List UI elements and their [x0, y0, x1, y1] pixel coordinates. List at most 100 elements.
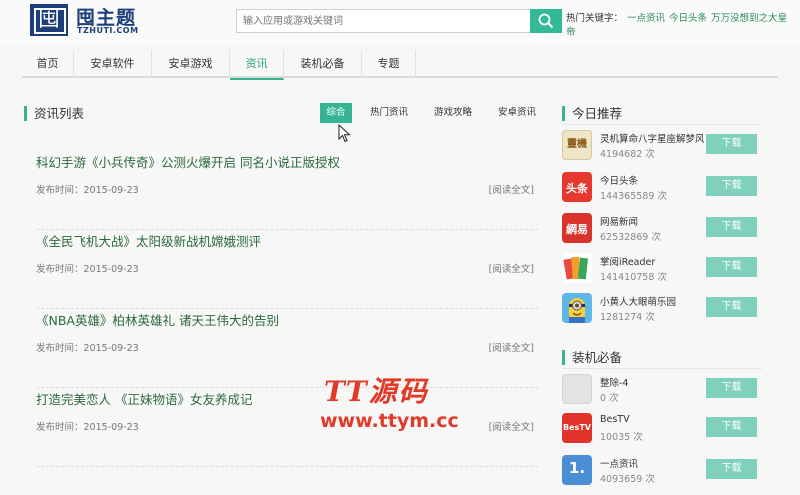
- app-name[interactable]: 整除-4: [600, 375, 704, 389]
- app-name[interactable]: 掌阅iReader: [600, 254, 704, 268]
- app-name[interactable]: 小黄人大眼萌乐园: [600, 294, 704, 308]
- article-title-link[interactable]: 《全民飞机大战》太阳级新战机嫦娥测评: [36, 231, 261, 250]
- minion-icon: [569, 298, 585, 323]
- zhengchu-app-icon[interactable]: [562, 374, 592, 404]
- download-count-unit: 次: [633, 432, 643, 443]
- download-button[interactable]: 下载: [706, 217, 757, 237]
- article-title-link[interactable]: 科幻手游《小兵传奇》公测火爆开启 同名小说正版授权: [36, 152, 340, 171]
- logo-mark-char: 囤: [37, 7, 60, 32]
- publish-time-label: 发布时间：: [36, 185, 84, 196]
- filter-tab-hot-news[interactable]: 热门资讯: [362, 103, 416, 123]
- download-button[interactable]: 下载: [706, 134, 757, 154]
- article-item: 《全民飞机大战》太阳级新战机嫦娥测评 发布时间：2015-09-23 [阅读全文…: [36, 231, 538, 309]
- search-bar: [236, 9, 562, 33]
- app-name[interactable]: 今日头条: [600, 173, 704, 187]
- download-count: 141410758 次: [600, 269, 667, 283]
- watermark-brand: TT源码: [324, 375, 429, 408]
- read-more-link[interactable]: [阅读全文]: [489, 182, 534, 196]
- nav-item-home[interactable]: 首页: [22, 50, 74, 78]
- filter-tab-android-news[interactable]: 安卓资讯: [490, 103, 544, 123]
- hot-keywords: 热门关键字： 一点资讯 今日头条 万万没想到之大皇帝: [566, 12, 792, 40]
- lingji-app-icon[interactable]: 靈機: [562, 130, 592, 160]
- read-more-link[interactable]: [阅读全文]: [489, 261, 534, 275]
- download-count-value: 4194682: [600, 149, 643, 160]
- site-logo[interactable]: 囤 囤主题 TZHUTI.COM: [30, 4, 170, 38]
- hot-keyword-link[interactable]: 今日头条: [669, 13, 707, 24]
- nav-item-android-games[interactable]: 安卓游戏: [152, 50, 230, 78]
- publish-time-label: 发布时间：: [36, 422, 84, 433]
- download-count-value: 1281274: [600, 312, 643, 323]
- nav-item-essentials[interactable]: 装机必备: [284, 50, 362, 78]
- divider: [562, 368, 762, 369]
- publish-date: 2015-09-23: [83, 264, 139, 275]
- lingji-icon-text: 靈機: [567, 139, 587, 150]
- yidian-icon-text: 1.: [568, 459, 586, 477]
- app-item: 掌阅iReader 141410758 次 下载: [562, 253, 762, 293]
- yidian-app-icon[interactable]: 1.: [562, 455, 592, 485]
- app-item: 1. 一点资讯 4093659 次 下载: [562, 455, 762, 495]
- app-item: 靈機 灵机算命八字星座解梦风水 4194682 次 下载: [562, 130, 762, 170]
- search-button[interactable]: [530, 9, 562, 33]
- download-count-unit: 次: [651, 232, 661, 243]
- netease-icon-text: 網易: [566, 223, 588, 236]
- publish-time-label: 发布时间：: [36, 343, 84, 354]
- publish-date: 2015-09-23: [83, 185, 139, 196]
- search-input[interactable]: [236, 9, 530, 33]
- article-item: 科幻手游《小兵传奇》公测火爆开启 同名小说正版授权 发布时间：2015-09-2…: [36, 152, 538, 230]
- download-count: 4194682 次: [600, 146, 655, 160]
- filter-tab-all[interactable]: 综合: [320, 103, 352, 123]
- app-name[interactable]: BesTV: [600, 414, 704, 425]
- hot-keyword-link[interactable]: 一点资讯: [627, 13, 665, 24]
- filter-tab-game-guides[interactable]: 游戏攻略: [426, 103, 480, 123]
- publish-date: 2015-09-23: [83, 343, 139, 354]
- download-button[interactable]: 下载: [706, 297, 757, 317]
- download-count-value: 4093659: [600, 474, 643, 485]
- netease-news-app-icon[interactable]: 網易: [562, 213, 592, 243]
- app-item: 整除-4 0 次 下载: [562, 374, 762, 414]
- download-count-unit: 次: [645, 312, 655, 323]
- article-date: 发布时间：2015-09-23: [36, 340, 139, 354]
- nav-item-topics[interactable]: 专题: [362, 50, 416, 78]
- download-count: 10035 次: [600, 429, 643, 443]
- hot-keywords-label: 热门关键字：: [566, 13, 624, 24]
- app-name[interactable]: 一点资讯: [600, 456, 704, 470]
- logo-mark: 囤: [30, 4, 68, 36]
- app-name[interactable]: 网易新闻: [600, 214, 704, 228]
- download-count: 0 次: [600, 390, 619, 404]
- app-item: BesTV BesTV 10035 次 下载: [562, 413, 762, 453]
- bestv-app-icon[interactable]: BesTV: [562, 413, 592, 443]
- nav-item-news[interactable]: 资讯: [230, 50, 284, 80]
- download-count-value: 62532869: [600, 232, 649, 243]
- watermark-url: www.ttym.cc: [320, 410, 459, 432]
- download-button[interactable]: 下载: [706, 459, 757, 479]
- download-button[interactable]: 下载: [706, 378, 757, 398]
- download-count-unit: 次: [657, 191, 667, 202]
- article-title-link[interactable]: 打造完美恋人 《正妹物语》女友养成记: [36, 389, 252, 408]
- download-button[interactable]: 下载: [706, 176, 757, 196]
- download-button[interactable]: 下载: [706, 417, 757, 437]
- article-title-link[interactable]: 《NBA英雄》柏林英雄礼 诸天王伟大的告别: [36, 310, 279, 329]
- news-list-title: 资讯列表: [24, 106, 84, 121]
- download-count-unit: 次: [645, 149, 655, 160]
- ireader-app-icon[interactable]: [562, 253, 592, 283]
- read-more-link[interactable]: [阅读全文]: [489, 419, 534, 433]
- app-item: 小黄人大眼萌乐园 1281274 次 下载: [562, 293, 762, 333]
- download-count-value: 0: [600, 393, 607, 404]
- publish-date: 2015-09-23: [83, 422, 139, 433]
- logo-subtitle: TZHUTI.COM: [77, 26, 139, 35]
- app-name[interactable]: 灵机算命八字星座解梦风水: [600, 131, 704, 145]
- download-count-unit: 次: [645, 474, 655, 485]
- read-more-link[interactable]: [阅读全文]: [489, 340, 534, 354]
- bestv-icon-text: BesTV: [563, 423, 591, 432]
- download-count-value: 10035: [600, 432, 631, 443]
- nav-item-android-software[interactable]: 安卓软件: [74, 50, 152, 78]
- site-header: 囤 囤主题 TZHUTI.COM 热门关键字：一点资讯今日头条万万没想到之大皇帝: [0, 0, 800, 44]
- minion-app-icon[interactable]: [562, 293, 592, 323]
- article-date: 发布时间：2015-09-23: [36, 419, 139, 433]
- download-count-value: 141410758: [600, 272, 655, 283]
- app-item: 头条 今日头条 144365589 次 下载: [562, 172, 762, 212]
- watermark: TT源码 www.ttym.cc: [320, 370, 480, 440]
- download-count: 4093659 次: [600, 471, 655, 485]
- download-button[interactable]: 下载: [706, 257, 757, 277]
- toutiao-app-icon[interactable]: 头条: [562, 172, 592, 202]
